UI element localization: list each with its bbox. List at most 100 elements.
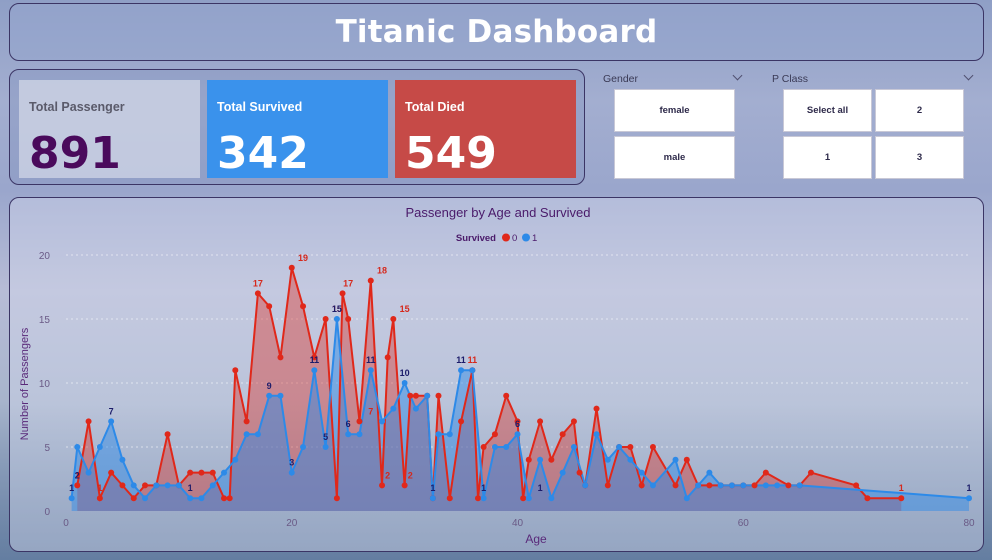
total-died-value: 549 (405, 128, 497, 179)
pclass-option-3[interactable]: 3 (875, 136, 964, 179)
legend-label-0[interactable]: 0 (512, 233, 517, 244)
series-0-point (520, 495, 527, 502)
series-1-point (706, 469, 713, 476)
series-1-point (740, 482, 747, 489)
gender-option-male[interactable]: male (614, 136, 735, 179)
series-1-point (491, 444, 498, 450)
series-1-point (424, 392, 431, 399)
pclass-slicer-title: P Class (772, 73, 808, 85)
pclass-option-1[interactable]: 1 (783, 136, 872, 179)
series-0-point (198, 469, 205, 476)
y-tick-label: 20 (39, 251, 51, 262)
total-passenger-card: Total Passenger 891 (19, 80, 200, 179)
series-0-point (537, 418, 544, 425)
x-tick-label: 0 (63, 518, 69, 529)
series-1-point (232, 456, 239, 463)
series-0-point (807, 469, 814, 476)
series-1-data-label: 1 (481, 483, 486, 493)
series-0-point (85, 418, 92, 425)
legend-swatch-1 (522, 233, 530, 242)
series-0-point (164, 431, 171, 438)
series-0-point (864, 495, 871, 502)
series-1-point (469, 367, 476, 374)
series-1-data-label: 5 (323, 432, 328, 442)
series-0-data-label: 11 (468, 355, 478, 365)
series-1-point (435, 431, 442, 438)
series-0-point (751, 482, 758, 489)
series-0-point (384, 354, 391, 361)
series-1-point (130, 482, 137, 489)
legend-title: Survived (456, 233, 496, 244)
x-tick-label: 40 (512, 518, 524, 529)
chevron-down-icon[interactable] (963, 70, 974, 81)
series-0-data-label: 2 (408, 470, 413, 480)
series-0-point (142, 482, 149, 489)
series-1-data-label: 15 (332, 304, 342, 314)
series-0-point (243, 418, 250, 425)
pclass-option-select-all[interactable]: Select all (783, 89, 872, 132)
series-1-point (119, 456, 126, 463)
y-tick-label: 5 (44, 443, 50, 454)
series-0-point (232, 367, 239, 374)
series-0-data-label: 2 (385, 470, 390, 480)
series-0-point (548, 456, 555, 463)
series-1-data-label: 1 (966, 483, 971, 493)
series-1-point (695, 482, 702, 489)
series-0-data-label: 18 (377, 266, 387, 276)
series-0-point (130, 495, 137, 502)
series-1-point (311, 367, 318, 374)
series-1-point (333, 316, 340, 322)
series-0-point (446, 495, 453, 502)
total-survived-value: 342 (217, 128, 309, 179)
series-0-point (762, 469, 769, 476)
series-1-point (345, 431, 352, 438)
series-1-point (175, 482, 182, 489)
series-1-data-label: 7 (109, 406, 114, 416)
series-1-point (548, 495, 555, 502)
chart-title: Passenger by Age and Survived (405, 205, 590, 220)
pclass-option-2[interactable]: 2 (875, 89, 964, 132)
series-1-point (503, 444, 510, 450)
series-0-point (627, 444, 634, 450)
series-1-point (796, 482, 803, 489)
series-0-data-label: 1 (97, 483, 102, 493)
series-1-point (266, 392, 273, 399)
series-1-point (198, 495, 205, 502)
series-1-point (412, 405, 419, 412)
series-1-point (243, 431, 250, 438)
series-0-point (458, 418, 465, 425)
gender-option-female[interactable]: female (614, 89, 735, 132)
series-0-point (379, 482, 386, 489)
chevron-down-icon[interactable] (732, 70, 743, 81)
series-1-data-label: 2 (75, 470, 80, 480)
series-1-point (683, 495, 690, 502)
series-0-point (367, 277, 374, 284)
series-0-point (74, 482, 81, 489)
series-1-point (288, 469, 295, 476)
series-1-data-label: 9 (267, 381, 272, 391)
series-1-point (537, 456, 544, 463)
series-0-point (119, 482, 126, 489)
series-0-point (254, 290, 261, 297)
series-0-point (649, 444, 656, 450)
series-1-data-label: 11 (366, 355, 376, 365)
legend-label-1[interactable]: 1 (532, 233, 537, 244)
series-1-point (728, 482, 735, 489)
series-1-point (187, 495, 194, 502)
series-1-point (570, 444, 577, 450)
series-1-point (762, 482, 769, 489)
legend-swatch-0 (502, 233, 510, 242)
total-died-card: Total Died 549 (395, 80, 576, 179)
series-1-point (593, 431, 600, 438)
series-0-data-label: 17 (343, 278, 353, 288)
chart-legend: Survived 0 1 (456, 233, 537, 244)
series-1-point (153, 482, 160, 489)
series-1-point (277, 392, 284, 399)
series-1-data-label: 11 (310, 355, 320, 365)
chart-panel: Passenger by Age and Survived Survived 0… (9, 197, 984, 552)
y-tick-label: 10 (39, 379, 51, 390)
series-0-point (300, 303, 307, 310)
series-1-point (774, 482, 781, 489)
series-1-point (480, 495, 487, 502)
x-tick-label: 80 (963, 518, 975, 529)
